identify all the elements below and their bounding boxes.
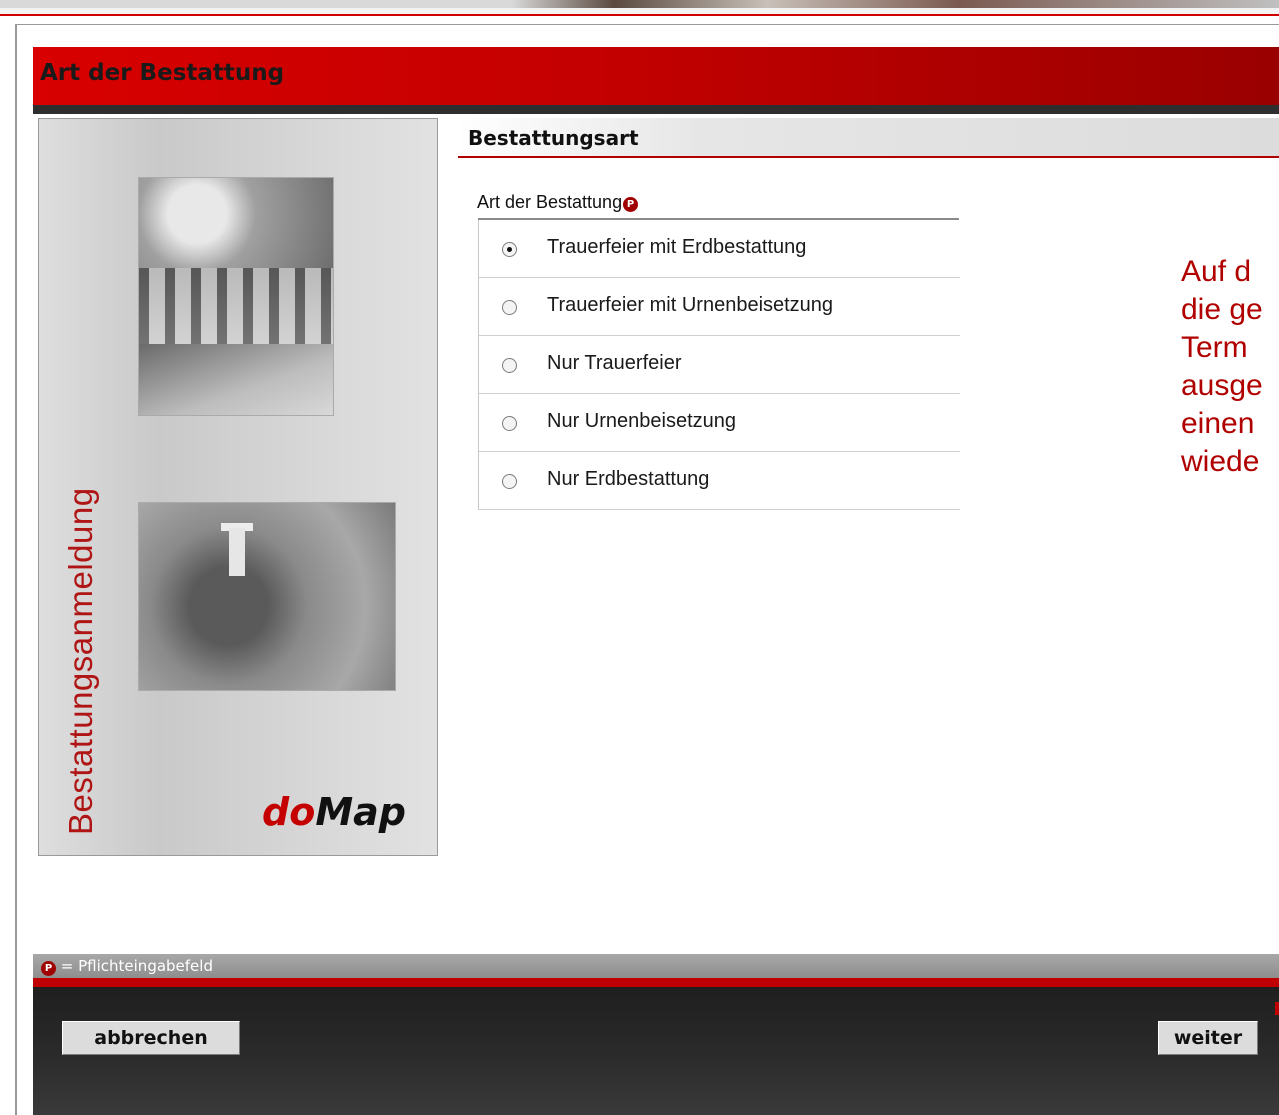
info-line: Auf d: [1181, 255, 1252, 288]
info-line: einen: [1181, 407, 1255, 440]
radio-label[interactable]: Trauerfeier mit Urnenbeisetzung: [547, 294, 833, 317]
grave-garden-photo: [138, 502, 396, 691]
frame-border-left: [15, 24, 17, 1115]
radio-option-nur-erdbestattung[interactable]: Nur Erdbestattung: [479, 452, 960, 510]
required-legend: P = Pflichteingabefeld: [40, 957, 213, 976]
radio-label[interactable]: Nur Trauerfeier: [547, 352, 682, 375]
legend-bar: [33, 954, 1279, 978]
footer-red-line: [33, 978, 1279, 987]
photo-sky: [139, 178, 333, 269]
radio-unchecked-icon[interactable]: [502, 300, 517, 315]
radio-label[interactable]: Nur Urnenbeisetzung: [547, 410, 736, 433]
radio-unchecked-icon[interactable]: [502, 358, 517, 373]
radio-checked-icon[interactable]: [502, 242, 517, 257]
required-legend-text: = Pflichteingabefeld: [60, 957, 213, 975]
radio-label[interactable]: Nur Erdbestattung: [547, 468, 709, 491]
cemetery-colonnade-photo: [138, 177, 334, 416]
domap-logo: doMap: [262, 790, 406, 834]
logo-map: Map: [315, 790, 406, 834]
radio-unchecked-icon[interactable]: [502, 416, 517, 431]
burial-type-label: Art der Bestattung P: [477, 192, 639, 213]
radio-option-trauerfeier-erdbestattung[interactable]: Trauerfeier mit Erdbestattung: [479, 220, 960, 278]
info-line: wiede: [1181, 445, 1260, 478]
section-title: Bestattungsart: [468, 126, 639, 150]
radio-unchecked-icon[interactable]: [502, 474, 517, 489]
info-annotation: Auf d die ge Term ausge einen wiede: [1181, 253, 1263, 481]
info-line: die ge: [1181, 293, 1263, 326]
radio-option-nur-trauerfeier[interactable]: Nur Trauerfeier: [479, 336, 960, 394]
info-line: ausge: [1181, 369, 1263, 402]
footer-red-mark: [1275, 1002, 1279, 1015]
burial-type-radio-group: Trauerfeier mit Erdbestattung Trauerfeie…: [478, 220, 960, 510]
info-line: Term: [1181, 331, 1248, 364]
frame-border-top: [15, 24, 1279, 25]
required-field-icon: P: [41, 961, 56, 976]
title-bar-shadow: [33, 105, 1279, 114]
next-button[interactable]: weiter: [1158, 1021, 1258, 1055]
logo-do: do: [262, 790, 316, 834]
photo-gravestone: [229, 528, 245, 576]
burial-type-label-text: Art der Bestattung: [477, 192, 623, 212]
page-title: Art der Bestattung: [40, 60, 285, 86]
photo-path: [139, 343, 333, 415]
top-divider: [0, 8, 1279, 16]
radio-label[interactable]: Trauerfeier mit Erdbestattung: [547, 236, 806, 259]
top-image-strip: [0, 0, 1279, 8]
radio-option-nur-urnenbeisetzung[interactable]: Nur Urnenbeisetzung: [479, 394, 960, 452]
radio-option-trauerfeier-urnenbeisetzung[interactable]: Trauerfeier mit Urnenbeisetzung: [479, 278, 960, 336]
required-field-icon: P: [623, 197, 639, 212]
sidebar-vertical-title: Bestattungsanmeldung: [62, 487, 99, 835]
cancel-button[interactable]: abbrechen: [62, 1021, 240, 1055]
